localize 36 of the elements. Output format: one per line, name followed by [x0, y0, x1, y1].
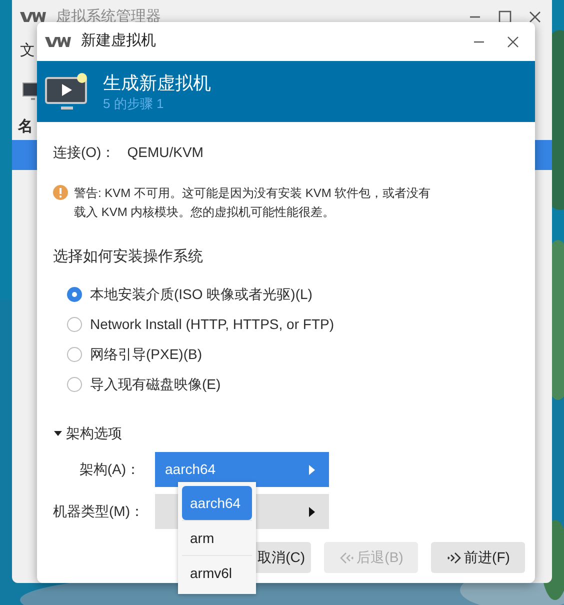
warning-text: 警告: KVM 不可用。这可能是因为没有安装 KVM 软件包，或者没有 — [74, 185, 431, 202]
app-logo-icon — [45, 36, 71, 48]
forward-arrow-icon — [446, 552, 462, 564]
radio-label[interactable]: 本地安装介质(ISO 映像或者光驱)(L) — [90, 284, 312, 304]
warning-icon — [53, 185, 68, 200]
radio-button[interactable] — [67, 376, 82, 392]
section-heading: 选择如何安装操作系统 — [53, 247, 204, 267]
dropdown-option[interactable]: aarch64 — [182, 486, 252, 520]
back-arrow-icon — [338, 552, 355, 564]
header-subtitle: 5 的步骤 1 — [103, 94, 165, 112]
column-header: 名 — [18, 116, 33, 137]
warning-text: 载入 KVM 内核模块。您的虚拟机可能性能很差。 — [74, 204, 336, 221]
dropdown-combo[interactable]: aarch64 — [155, 452, 329, 487]
radio-button[interactable] — [67, 346, 82, 362]
app-logo-icon — [20, 11, 46, 23]
connection-label: 连接(O)： — [53, 142, 116, 162]
dialog-title: 新建虚拟机 — [81, 31, 156, 52]
forward-button[interactable]: 前进(F) — [431, 542, 525, 573]
menu-item[interactable]: 文 — [20, 40, 35, 62]
radio-button[interactable] — [67, 316, 82, 332]
connection-value: QEMU/KVM — [127, 142, 204, 162]
expander-down-icon[interactable] — [53, 428, 63, 438]
caret-icon — [309, 464, 315, 474]
caret-icon — [309, 506, 315, 516]
radio-label[interactable]: 网络引导(PXE)(B) — [90, 344, 202, 364]
dropdown-option[interactable]: arm — [182, 521, 252, 555]
dropdown-option[interactable]: armv6l — [182, 556, 252, 590]
field-label: 架构(A)： — [78, 460, 141, 479]
radio-button[interactable] — [67, 286, 82, 302]
field-label: 机器类型(M)： — [53, 502, 145, 521]
expander-label[interactable]: 架构选项 — [66, 422, 122, 444]
radio-label[interactable]: Network Install (HTTP, HTTPS, or FTP) — [90, 314, 334, 334]
close-icon[interactable] — [507, 36, 519, 48]
radio-label[interactable]: 导入现有磁盘映像(E) — [90, 374, 221, 394]
close-icon[interactable] — [528, 10, 542, 24]
header-title: 生成新虚拟机 — [103, 72, 211, 94]
